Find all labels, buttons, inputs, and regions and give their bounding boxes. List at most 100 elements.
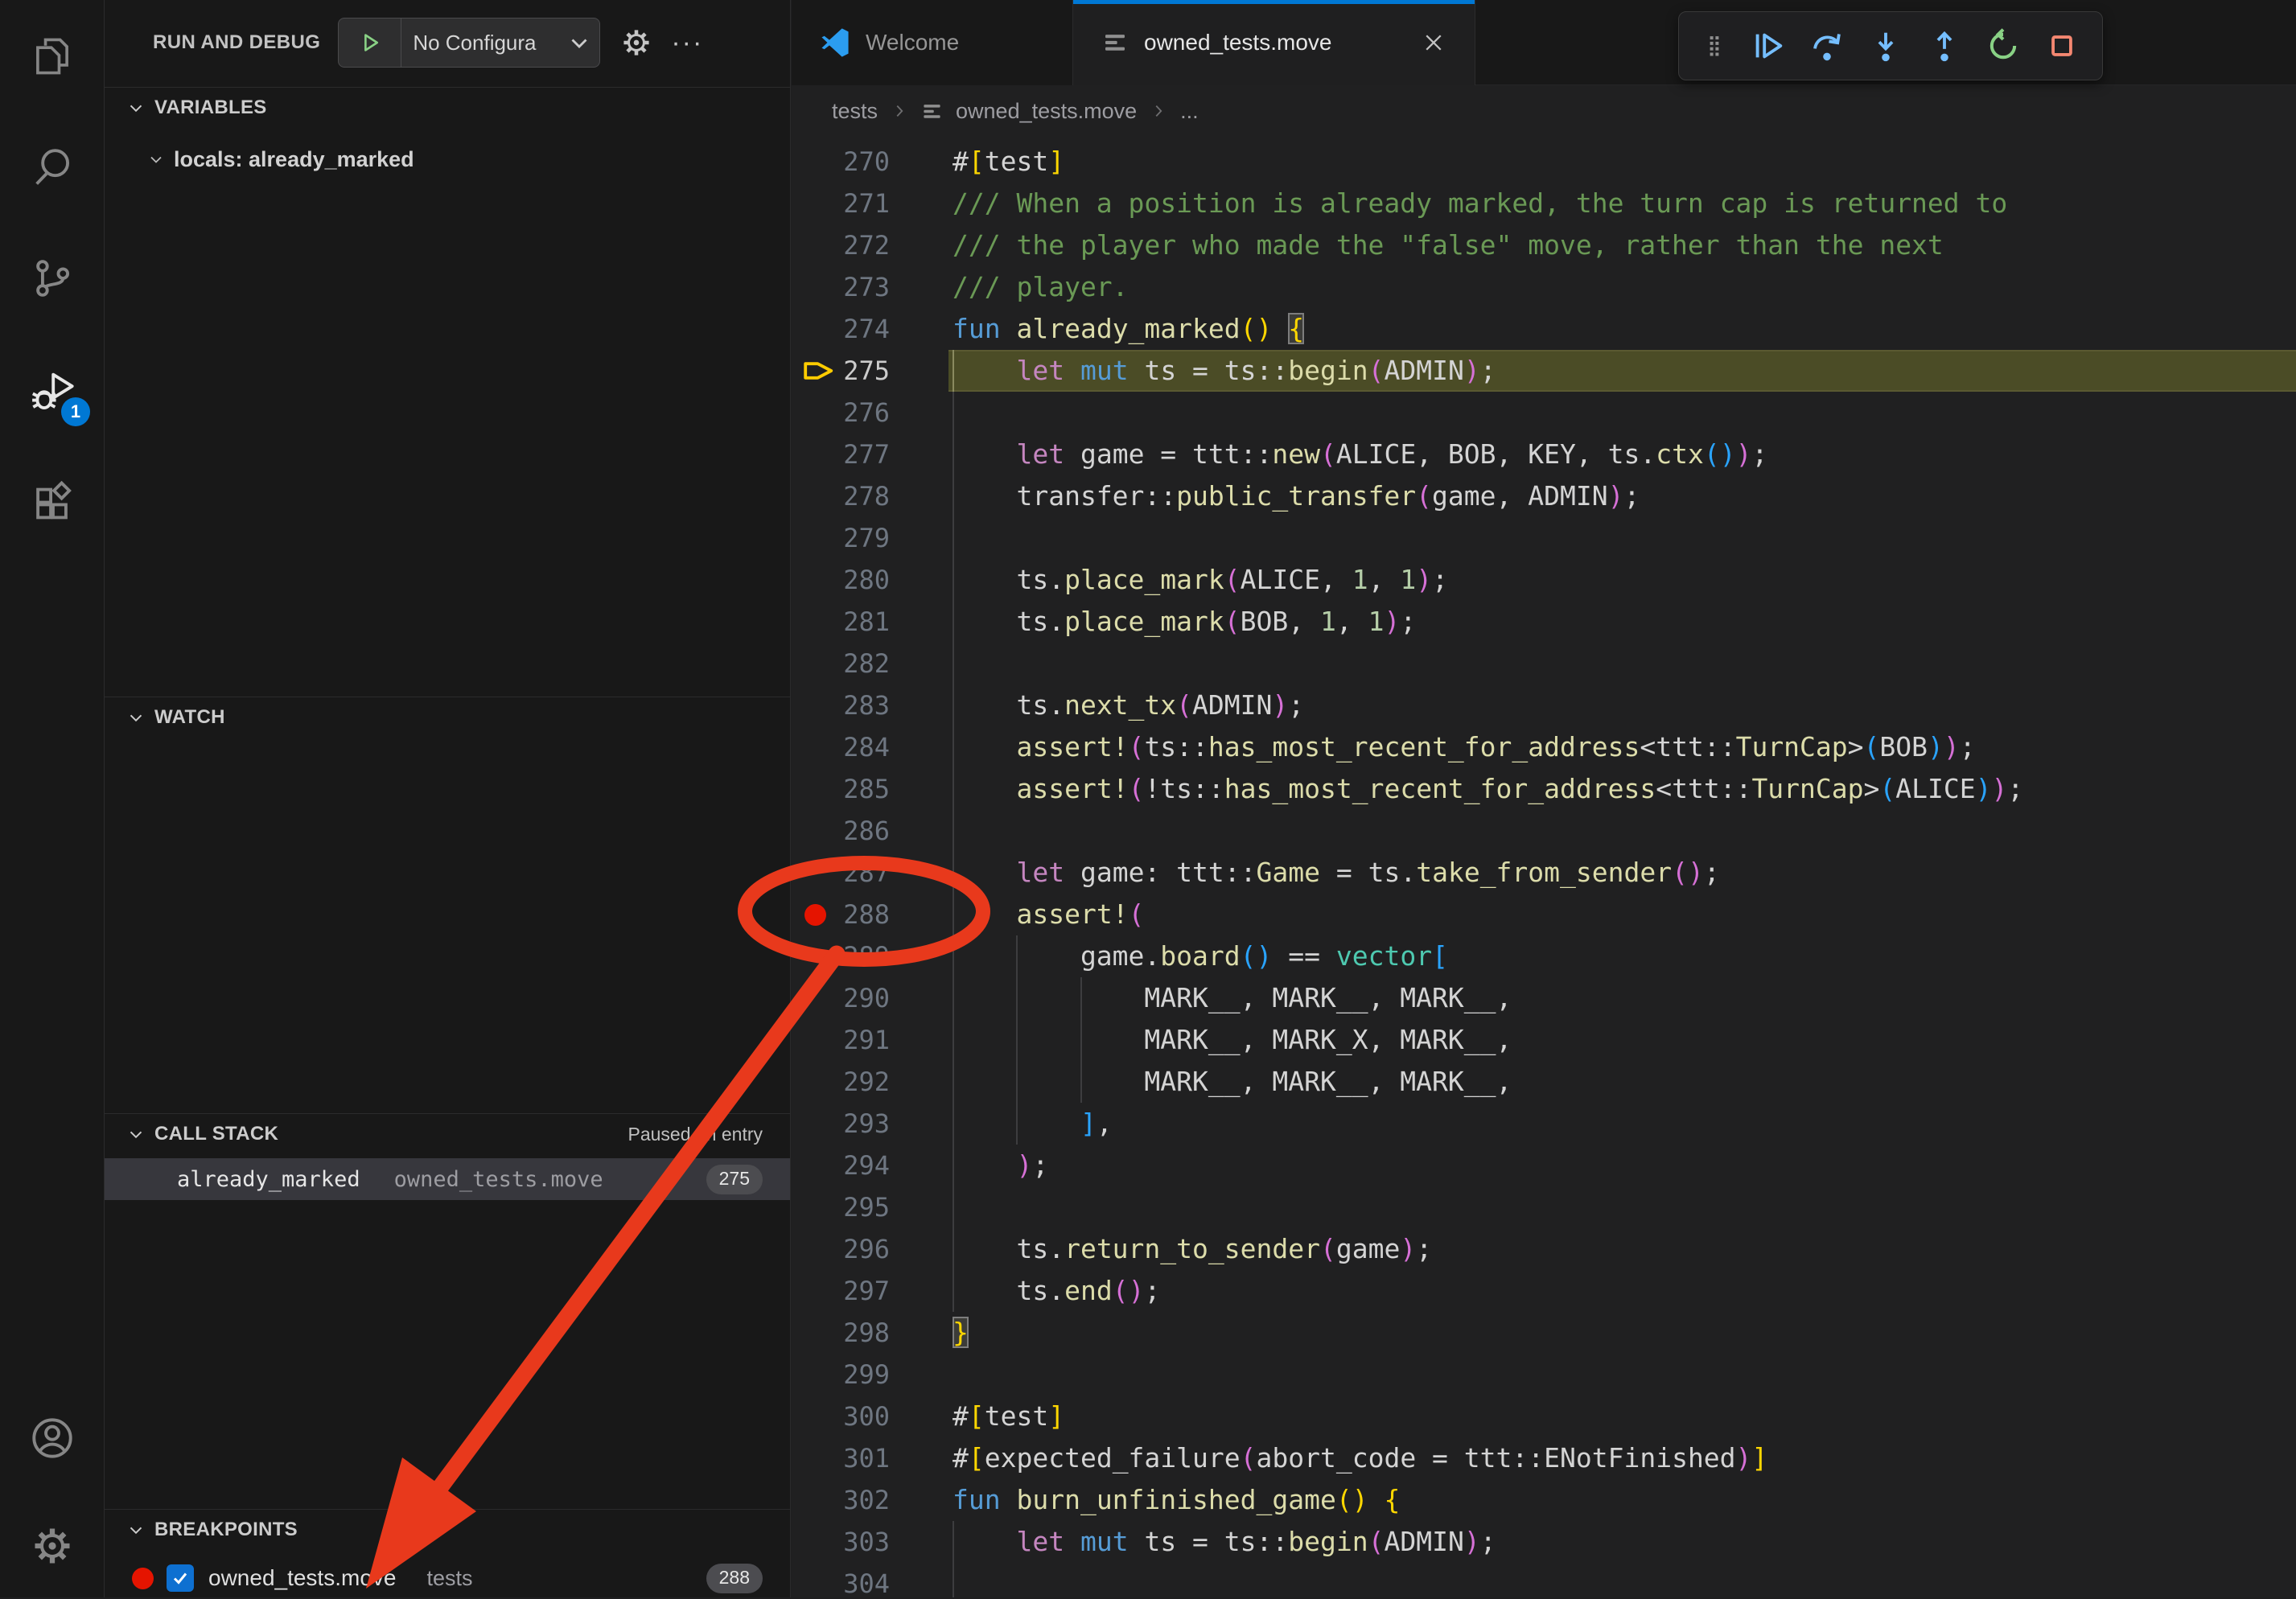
- breakpoint-row[interactable]: owned_tests.move tests 288: [105, 1557, 790, 1599]
- breakpoint-dot-icon[interactable]: [804, 904, 826, 926]
- code-line[interactable]: 271/// When a position is already marked…: [792, 183, 2296, 224]
- account-icon[interactable]: [0, 1390, 105, 1486]
- code-line[interactable]: 285 assert!(!ts::has_most_recent_for_add…: [792, 768, 2296, 810]
- debug-settings-gear-icon[interactable]: [619, 26, 653, 60]
- gutter[interactable]: 300: [792, 1396, 948, 1437]
- stop-button[interactable]: [2043, 27, 2080, 64]
- code-line[interactable]: 277 let game = ttt::new(ALICE, BOB, KEY,…: [792, 434, 2296, 475]
- start-debug-icon[interactable]: [339, 18, 401, 67]
- line-number[interactable]: 290: [843, 977, 890, 1019]
- watch-section-header[interactable]: WATCH: [105, 700, 790, 735]
- code-line[interactable]: 274fun already_marked() {: [792, 308, 2296, 350]
- code-line[interactable]: 298}: [792, 1312, 2296, 1354]
- gutter[interactable]: 276: [792, 392, 948, 434]
- line-number[interactable]: 300: [843, 1396, 890, 1437]
- line-number[interactable]: 303: [843, 1521, 890, 1563]
- tab-owned-tests-move[interactable]: owned_tests.move: [1073, 0, 1475, 85]
- line-number[interactable]: 284: [843, 726, 890, 768]
- code-line[interactable]: 284 assert!(ts::has_most_recent_for_addr…: [792, 726, 2296, 768]
- code-line[interactable]: 292 MARK__, MARK__, MARK__,: [792, 1061, 2296, 1103]
- run-and-debug-icon[interactable]: 1: [0, 343, 105, 439]
- gutter[interactable]: 275: [792, 350, 948, 392]
- gutter[interactable]: 297: [792, 1270, 948, 1312]
- code-line[interactable]: 293 ],: [792, 1103, 2296, 1145]
- code-line[interactable]: 297 ts.end();: [792, 1270, 2296, 1312]
- breakpoint-checkbox[interactable]: [167, 1564, 194, 1592]
- gutter[interactable]: 279: [792, 517, 948, 559]
- explorer-icon[interactable]: [0, 8, 105, 105]
- line-number[interactable]: 286: [843, 810, 890, 852]
- code-line[interactable]: 280 ts.place_mark(ALICE, 1, 1);: [792, 559, 2296, 601]
- line-number[interactable]: 283: [843, 684, 890, 726]
- line-number[interactable]: 277: [843, 434, 890, 475]
- line-number[interactable]: 278: [843, 475, 890, 517]
- line-number[interactable]: 288: [843, 894, 890, 935]
- extensions-icon[interactable]: [0, 455, 105, 552]
- gutter[interactable]: 288: [792, 894, 948, 935]
- gutter[interactable]: 304: [792, 1563, 948, 1597]
- line-number[interactable]: 296: [843, 1228, 890, 1270]
- line-number[interactable]: 279: [843, 517, 890, 559]
- line-number[interactable]: 292: [843, 1061, 890, 1103]
- line-number[interactable]: 271: [843, 183, 890, 224]
- line-number[interactable]: 276: [843, 392, 890, 434]
- gutter[interactable]: 298: [792, 1312, 948, 1354]
- call-stack-section-header[interactable]: CALL STACK Paused on entry: [105, 1116, 790, 1152]
- step-out-button[interactable]: [1926, 27, 1963, 64]
- variables-section-header[interactable]: VARIABLES: [105, 90, 790, 125]
- gutter[interactable]: 303: [792, 1521, 948, 1563]
- line-number[interactable]: 304: [843, 1563, 890, 1597]
- source-control-icon[interactable]: [0, 230, 105, 327]
- code-line[interactable]: 288 assert!(: [792, 894, 2296, 935]
- line-number[interactable]: 293: [843, 1103, 890, 1145]
- code-line[interactable]: 279: [792, 517, 2296, 559]
- call-stack-frame-row[interactable]: already_marked owned_tests.move 275: [105, 1158, 790, 1200]
- gutter[interactable]: 277: [792, 434, 948, 475]
- code-line[interactable]: 304: [792, 1563, 2296, 1597]
- code-line[interactable]: 291 MARK__, MARK_X, MARK__,: [792, 1019, 2296, 1061]
- line-number[interactable]: 301: [843, 1437, 890, 1479]
- code-line[interactable]: 290 MARK__, MARK__, MARK__,: [792, 977, 2296, 1019]
- code-line[interactable]: 282: [792, 643, 2296, 684]
- code-line[interactable]: 303 let mut ts = ts::begin(ADMIN);: [792, 1521, 2296, 1563]
- more-actions-icon[interactable]: ···: [671, 35, 703, 51]
- code-line[interactable]: 301#[expected_failure(abort_code = ttt::…: [792, 1437, 2296, 1479]
- code-line[interactable]: 296 ts.return_to_sender(game);: [792, 1228, 2296, 1270]
- gutter[interactable]: 293: [792, 1103, 948, 1145]
- code-line[interactable]: 276: [792, 392, 2296, 434]
- tab-welcome[interactable]: Welcome: [792, 0, 1073, 85]
- gutter[interactable]: 301: [792, 1437, 948, 1479]
- code-line[interactable]: 295: [792, 1186, 2296, 1228]
- line-number[interactable]: 273: [843, 266, 890, 308]
- line-number[interactable]: 294: [843, 1145, 890, 1186]
- code-line[interactable]: 286: [792, 810, 2296, 852]
- gutter[interactable]: 280: [792, 559, 948, 601]
- gutter[interactable]: 290: [792, 977, 948, 1019]
- gutter[interactable]: 294: [792, 1145, 948, 1186]
- line-number[interactable]: 295: [843, 1186, 890, 1228]
- line-number[interactable]: 298: [843, 1312, 890, 1354]
- continue-button[interactable]: [1750, 27, 1787, 64]
- line-number[interactable]: 287: [843, 852, 890, 894]
- line-number[interactable]: 282: [843, 643, 890, 684]
- line-number[interactable]: 289: [843, 935, 890, 977]
- gutter[interactable]: 282: [792, 643, 948, 684]
- code-line[interactable]: 272/// the player who made the "false" m…: [792, 224, 2296, 266]
- code-line[interactable]: 273/// player.: [792, 266, 2296, 308]
- close-icon[interactable]: [1422, 31, 1446, 55]
- gutter[interactable]: 285: [792, 768, 948, 810]
- breadcrumb-item-symbol[interactable]: ...: [1180, 99, 1199, 124]
- gutter[interactable]: 302: [792, 1479, 948, 1521]
- gutter[interactable]: 271: [792, 183, 948, 224]
- gutter[interactable]: 291: [792, 1019, 948, 1061]
- code-line[interactable]: 289 game.board() == vector[: [792, 935, 2296, 977]
- code-line[interactable]: 275 let mut ts = ts::begin(ADMIN);: [792, 350, 2296, 392]
- gutter[interactable]: 289: [792, 935, 948, 977]
- code-line[interactable]: 283 ts.next_tx(ADMIN);: [792, 684, 2296, 726]
- variables-scope-row[interactable]: locals: already_marked: [105, 142, 790, 177]
- line-number[interactable]: 302: [843, 1479, 890, 1521]
- search-icon[interactable]: [0, 119, 105, 216]
- step-over-button[interactable]: [1808, 27, 1845, 64]
- line-number[interactable]: 272: [843, 224, 890, 266]
- code-line[interactable]: 281 ts.place_mark(BOB, 1, 1);: [792, 601, 2296, 643]
